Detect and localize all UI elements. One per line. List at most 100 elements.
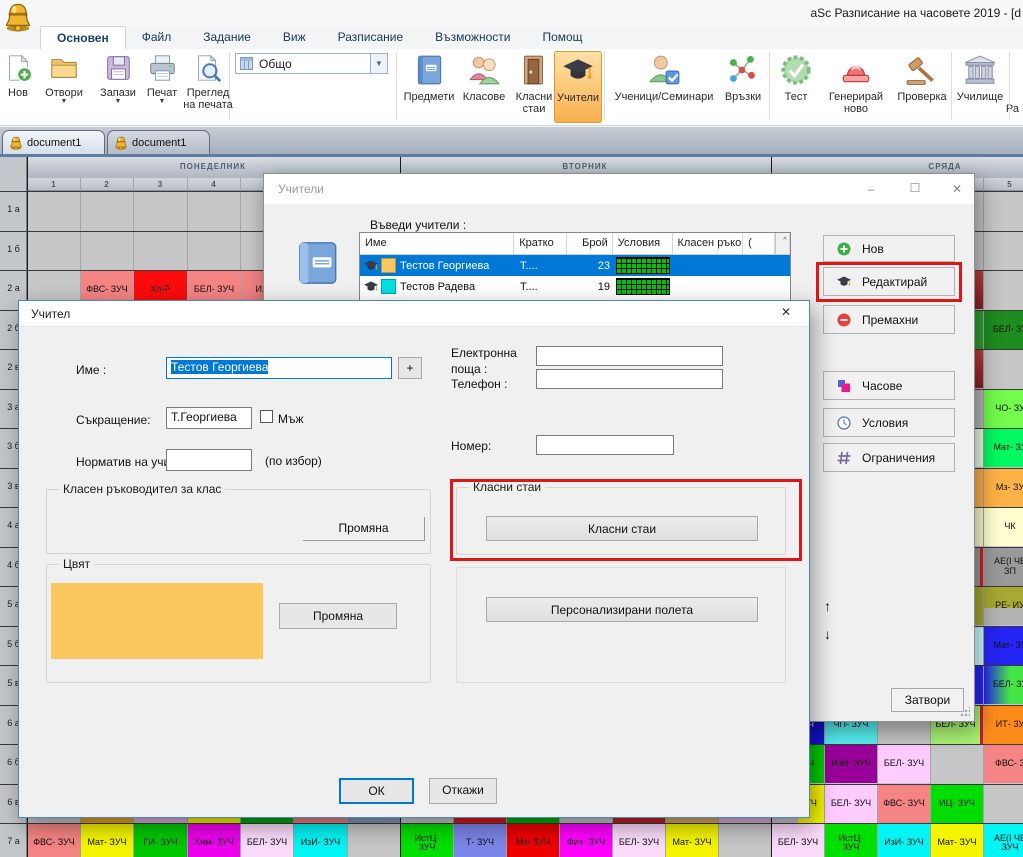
menu-tab-Разписание[interactable]: Разписание xyxy=(322,26,420,49)
quota-input[interactable] xyxy=(166,449,252,471)
Условия-button[interactable]: Условия xyxy=(823,408,955,437)
timetable-cell[interactable]: ФВС- ЗУЧ xyxy=(878,785,930,823)
ribbon-button-Класове[interactable]: Класове xyxy=(457,51,511,123)
teacher-color-swatch[interactable] xyxy=(51,583,263,659)
ok-button[interactable]: ОК xyxy=(339,778,414,804)
change-class-teacher-button[interactable]: Промяна xyxy=(303,517,425,541)
change-color-button[interactable]: Промяна xyxy=(279,603,397,629)
view-combobox[interactable]: Общо ▼ xyxy=(235,53,388,74)
asc-bell-logo-icon[interactable] xyxy=(3,2,33,32)
close-icon[interactable]: ✕ xyxy=(942,182,972,196)
ribbon-button-Училище[interactable]: Училище xyxy=(954,51,1006,123)
Нов-button[interactable]: Нов xyxy=(823,235,955,262)
row-label-7 а[interactable]: 7 а xyxy=(0,836,27,846)
ribbon-button-Ученици/Семинари[interactable]: Ученици/Семинари xyxy=(611,51,717,123)
row-label-1 а[interactable]: 1 а xyxy=(0,204,27,214)
timetable-cell[interactable]: БЕЛ- ЗУЧ xyxy=(613,824,665,857)
email-input[interactable] xyxy=(536,346,723,366)
ribbon-button-Генерирай ново[interactable]: Генерирай ново xyxy=(820,51,892,123)
maximize-icon[interactable]: ☐ xyxy=(900,181,930,195)
timetable-cell[interactable]: ФВС- ЗУЧ xyxy=(28,824,80,857)
move-down-arrow[interactable]: ↓ xyxy=(824,626,831,642)
timetable-cell[interactable]: ЧК xyxy=(984,508,1023,546)
timetable-cell[interactable]: ЧО- ЗУ xyxy=(984,390,1023,428)
ribbon-button-Проверка[interactable]: Проверка xyxy=(893,51,951,123)
menu-tab-Възможности[interactable]: Възможности xyxy=(419,26,526,49)
timetable-cell[interactable]: ИзИ- ЗУЧ xyxy=(294,824,347,857)
column-header-Кратко[interactable]: Кратко xyxy=(514,233,567,254)
ribbon-button-Печат[interactable]: Печат▼ xyxy=(144,51,180,123)
ribbon-button-Учители[interactable]: Учители xyxy=(554,51,602,123)
menu-tab-Задание[interactable]: Задание xyxy=(187,26,267,49)
male-checkbox[interactable] xyxy=(260,410,273,423)
timetable-cell[interactable]: АЕ(I ЧЕ ЗУЧ xyxy=(984,824,1023,857)
ribbon-button-Преглед на печата[interactable]: Преглед на печата xyxy=(182,51,234,123)
Премахни-button[interactable]: Премахни xyxy=(823,305,955,334)
teacher-row-Тестов Радева[interactable]: Тестов РадеваТ....19 xyxy=(360,276,790,297)
timetable-cell[interactable]: ИзИ- ЗУЧ xyxy=(878,824,930,857)
timetable-cell[interactable]: ИТ- ЗУ xyxy=(984,706,1023,744)
timetable-cell[interactable]: АЕ(I ЧЕ ЗП xyxy=(984,548,1023,586)
timetable-cell[interactable]: БЕЛ- ЗУЧ xyxy=(772,824,824,857)
Ограничения-button[interactable]: Ограничения xyxy=(823,443,955,472)
phone-input[interactable] xyxy=(536,369,723,389)
timetable-cell[interactable]: ИстЦ- ЗУЧ xyxy=(825,824,877,857)
ribbon-button-Връзки[interactable]: Връзки xyxy=(719,51,767,123)
abbreviation-input[interactable]: Т.Георгиева xyxy=(166,407,252,429)
menu-tab-Основен[interactable]: Основен xyxy=(40,26,126,49)
ribbon-button-Тест[interactable]: Тест xyxy=(774,51,818,123)
row-label-1 б[interactable]: 1 б xyxy=(0,244,27,254)
table-scrollbar[interactable]: ^ xyxy=(775,233,790,254)
dropdown-arrow-icon[interactable]: ▼ xyxy=(94,99,142,104)
teachers-dialog-titlebar[interactable]: Учители – ☐ ✕ xyxy=(264,174,974,204)
ribbon-button-Отвори[interactable]: Отвори▼ xyxy=(36,51,92,123)
timetable-cell[interactable]: Мат- ЗУ xyxy=(984,429,1023,467)
move-up-arrow[interactable]: ↑ xyxy=(824,598,831,614)
resize-grip[interactable] xyxy=(960,707,970,717)
cancel-button[interactable]: Откажи xyxy=(429,778,497,804)
timetable-cell[interactable]: РЕ- ИУ xyxy=(984,587,1023,625)
add-name-button[interactable]: + xyxy=(398,357,422,379)
column-header-Име[interactable]: Име xyxy=(360,233,514,254)
number-input[interactable] xyxy=(536,435,674,455)
timetable-cell[interactable]: БЕЛ- ЗУЧ xyxy=(241,824,293,857)
column-header-Условия[interactable]: Условия xyxy=(613,233,673,254)
timetable-cell[interactable]: Мат- ЗУЧ xyxy=(931,824,983,857)
column-header-Класен ръково...[interactable]: Класен ръково... xyxy=(673,233,744,254)
timetable-cell[interactable]: ИЦ- ЗУЧ xyxy=(931,785,983,823)
timetable-cell[interactable]: Хим- ЗУЧ xyxy=(188,824,240,857)
teacher-name-cell[interactable]: Тестов Георгиева xyxy=(360,255,515,276)
timetable-cell[interactable]: Мз- ЗУЧ xyxy=(507,824,559,857)
timetable-cell[interactable]: ГИ- ЗУЧ xyxy=(134,824,187,857)
dropdown-arrow-icon[interactable]: ▼ xyxy=(36,99,92,104)
column-header-([interactable]: ( xyxy=(743,233,775,254)
timetable-cell[interactable]: БЕЛ- ЗУЧ xyxy=(878,745,930,783)
minimize-icon[interactable]: – xyxy=(856,182,886,196)
ribbon-button-Класни стаи[interactable]: Класни стаи xyxy=(513,51,555,123)
timetable-cell[interactable]: БЕЛ- ЗУ xyxy=(984,311,1023,349)
dropdown-arrow-icon[interactable]: ▼ xyxy=(144,99,180,104)
row-label-2 а[interactable]: 2 а xyxy=(0,283,27,293)
ribbon-button-Нов[interactable]: Нов xyxy=(2,51,34,123)
document-tab[interactable]: document1 xyxy=(107,130,210,154)
timetable-cell[interactable]: ФВС- З xyxy=(984,745,1023,783)
timetable-cell[interactable]: Мат- ЗУ xyxy=(984,627,1023,665)
custom-fields-button[interactable]: Персонализирани полета xyxy=(486,597,758,622)
menu-tab-Помощ[interactable]: Помощ xyxy=(526,26,598,49)
timetable-cell[interactable]: БЕЛ- ЗУЧ xyxy=(825,785,877,823)
timetable-cell[interactable]: Мат- ЗУЧ xyxy=(666,824,718,857)
timetable-cell[interactable]: Мат- ЗУЧ xyxy=(81,824,133,857)
column-header-Брой[interactable]: Брой xyxy=(567,233,613,254)
timetable-cell[interactable]: Т- ЗУЧ xyxy=(454,824,506,857)
document-tab[interactable]: document1 xyxy=(2,130,105,154)
timetable-cell[interactable]: Физ- ЗУЧ xyxy=(560,824,612,857)
menu-tab-Виж[interactable]: Виж xyxy=(267,26,322,49)
name-input[interactable]: Тестов Георгиева xyxy=(166,357,392,379)
timetable-cell[interactable]: Мз- ЗУ xyxy=(984,469,1023,507)
ribbon-button-Запази[interactable]: Запази▼ xyxy=(94,51,142,123)
ribbon-button-Предмети[interactable]: Предмети xyxy=(403,51,455,123)
teacher-row-Тестов Георгиева[interactable]: Тестов ГеоргиеваТ....23 xyxy=(360,255,790,276)
timetable-cell[interactable]: ИстЦ- ЗУЧ xyxy=(401,824,453,857)
timetable-cell[interactable]: БЕЛ- ЗУ xyxy=(984,666,1023,704)
close-button[interactable]: Затвори xyxy=(891,688,964,712)
